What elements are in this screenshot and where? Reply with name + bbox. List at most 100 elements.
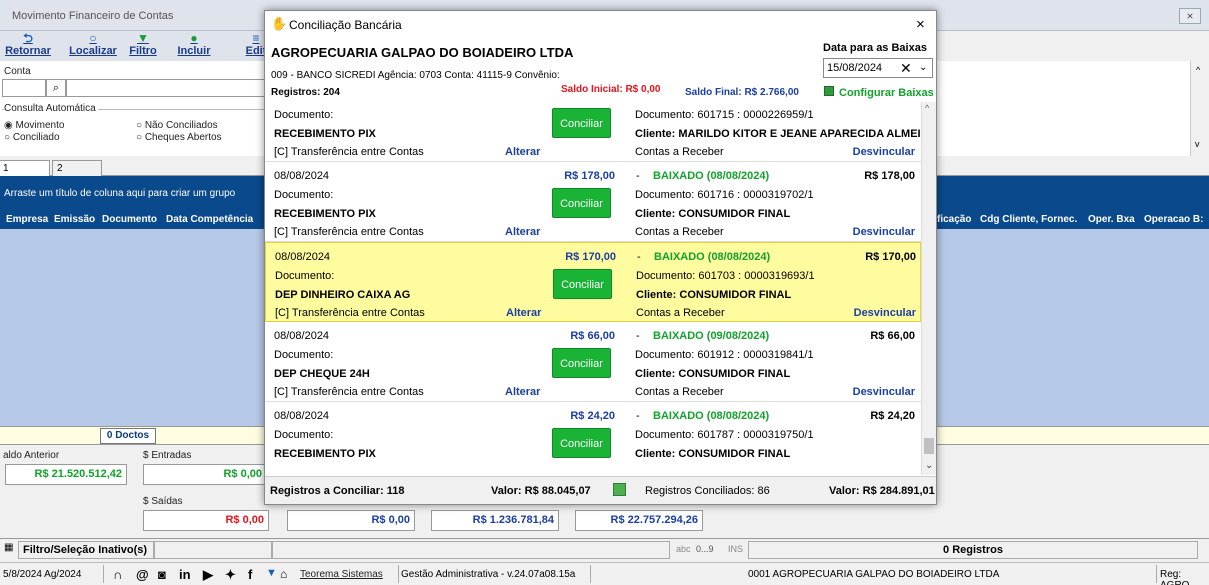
youtube-icon[interactable]: ▶ (203, 567, 213, 583)
record-status-value: R$ 178,00 (864, 170, 915, 182)
separator (398, 565, 399, 583)
desvincular-link[interactable]: Desvincular (826, 307, 916, 319)
config-icon (824, 86, 834, 96)
teorema-link[interactable]: Teorema Sistemas (300, 569, 383, 580)
incluir-button[interactable]: ● Incluir (176, 31, 212, 57)
app-version: Gestão Administrativa - v.24.07a08.15a (401, 569, 576, 580)
desvincular-link[interactable]: Desvincular (825, 386, 915, 398)
conta-label: Conta (4, 66, 31, 77)
record-type: [C] Transferência entre Contas (274, 386, 424, 398)
col-operacao-b[interactable]: Operacao B: (1144, 214, 1203, 225)
records-list: 08/08/2024R$ 300,00Documento:RECEBIMENTO… (265, 102, 921, 475)
conciliar-button[interactable]: Conciliar (553, 269, 612, 299)
record-description: RECEBIMENTO PIX (274, 128, 376, 140)
headset-icon[interactable]: ∩ (113, 567, 122, 582)
dialog-footer: Registros a Conciliar: 118 Valor: R$ 88.… (265, 476, 936, 504)
reconciliation-record[interactable]: 08/08/2024 R$ 170,00 Documento: DEP DINHEIR… (265, 242, 921, 322)
record-date: 08/08/2024 (274, 410, 330, 422)
retornar-button[interactable]: ⮌ Retornar (4, 31, 52, 57)
reconciliation-record[interactable]: 08/08/2024 R$ 24,20 Documento: RECEBIMENTO … (265, 402, 921, 475)
conta-name-input[interactable] (66, 79, 266, 97)
alterar-link[interactable]: Alterar (505, 226, 540, 238)
dialog-close-button[interactable]: × (916, 16, 925, 33)
radio-conciliado[interactable]: ○ Conciliado (4, 132, 60, 143)
conciliar-button[interactable]: Conciliar (552, 108, 611, 138)
col-emissao[interactable]: Emissão (54, 214, 95, 225)
record-cliente: Cliente: CONSUMIDOR FINAL (635, 208, 791, 220)
saldo-anterior-value: R$ 21.520.512,42 (5, 464, 127, 485)
facebook-icon[interactable]: f (248, 567, 252, 582)
reconciliation-record[interactable]: 08/08/2024 R$ 66,00 Documento: DEP CHEQUE 2… (265, 322, 921, 402)
radio-movimento[interactable]: ◉ Movimento (4, 120, 64, 131)
desvincular-link[interactable]: Desvincular (825, 226, 915, 238)
conciliar-button[interactable]: Conciliar (552, 428, 611, 458)
conciliar-button[interactable]: Conciliar (552, 188, 611, 218)
add-icon: ● (190, 31, 198, 45)
records-scrollbar[interactable]: ^ ⌄ (921, 102, 936, 475)
alterar-link[interactable]: Alterar (505, 386, 540, 398)
date-picker[interactable]: 15/08/2024 ✕ ⌄ (823, 58, 933, 78)
status-cell-1 (154, 541, 272, 559)
col-empresa[interactable]: Empresa (6, 214, 48, 225)
consulta-auto-label: Consulta Automática (4, 103, 98, 114)
registros-a-conciliar: Registros a Conciliar: 118 (270, 485, 405, 497)
record-status-value: R$ 66,00 (870, 330, 915, 342)
window-close-button[interactable]: ⨯ (1179, 8, 1201, 24)
panel-scrollbar[interactable]: ^ v (1190, 61, 1209, 156)
record-type: [C] Transferência entre Contas (275, 307, 425, 319)
right-panel (937, 61, 1190, 156)
num-indicator: 0...9 (696, 544, 714, 554)
localizar-button[interactable]: ○ Localizar (66, 31, 120, 57)
filter-icon: ▼ (266, 567, 277, 579)
record-documento: Documento: 601715 : 0000226959/1 (635, 109, 814, 121)
col-oper-bxa[interactable]: Oper. Bxa (1088, 214, 1135, 225)
radio-nao-conciliados[interactable]: ○ Não Conciliados (136, 120, 218, 131)
dialog-header: AGROPECUARIA GALPAO DO BOIADEIRO LTDA 00… (265, 38, 936, 102)
linkedin-icon[interactable]: in (179, 567, 191, 582)
conta-search-button[interactable]: ⌕ (46, 79, 66, 97)
tab-consulta[interactable]: 1 Consulta (0, 160, 50, 189)
conta-code-input[interactable] (2, 79, 46, 97)
record-date: 08/08/2024 (275, 251, 331, 263)
status-bar: ▦ Filtro/Seleção Inativo(s) abc 0...9 IN… (0, 538, 1209, 560)
alterar-link[interactable]: Alterar (506, 307, 541, 319)
dialog-titlebar: ✋ Conciliação Bancária × (265, 11, 936, 38)
record-description: DEP CHEQUE 24H (274, 368, 370, 380)
separator (590, 565, 591, 583)
saldo-final: Saldo Final: R$ 2.766,00 (685, 87, 799, 98)
alterar-link[interactable]: Alterar (505, 146, 540, 158)
scroll-down-icon: v (1195, 139, 1200, 149)
reg-info: Reg: AGRO (1160, 569, 1189, 585)
clear-date-icon[interactable]: ✕ (900, 60, 912, 77)
col-ficacao[interactable]: ficação (937, 214, 971, 225)
record-contas: Contas a Receber (636, 307, 725, 319)
at-icon[interactable]: @ (136, 567, 149, 582)
record-status-value: R$ 24,20 (870, 410, 915, 422)
col-cdg-cliente[interactable]: Cdg Cliente, Fornec. (980, 214, 1077, 225)
record-dash: - (637, 251, 641, 263)
reconciliation-record[interactable]: 08/08/2024 R$ 178,00 Documento: RECEBIMENTO… (265, 162, 921, 242)
instagram-icon[interactable]: ◙ (158, 567, 166, 582)
tab-selecao[interactable]: 2 Seleção (52, 160, 102, 189)
configurar-baixas-button[interactable]: Configurar Baixas (839, 87, 934, 99)
scroll-thumb[interactable] (924, 438, 934, 454)
chevron-down-icon[interactable]: ⌄ (919, 62, 927, 73)
session-date: 5/8/2024 Ag/2024 (3, 569, 82, 580)
ins-indicator: INS (728, 544, 744, 554)
reconciliation-record[interactable]: 08/08/2024R$ 300,00Documento:RECEBIMENTO… (265, 102, 921, 162)
filtro-button[interactable]: ▼ Filtro (128, 31, 158, 57)
dialog-title: Conciliação Bancária (289, 18, 402, 32)
export-icon[interactable] (613, 483, 626, 496)
total-value-3: R$ 22.757.294,26 (575, 510, 703, 531)
col-documento[interactable]: Documento (102, 214, 157, 225)
radio-cheques-abertos[interactable]: ○ Cheques Abertos (136, 132, 222, 143)
col-data-competencia[interactable]: Data Competência (166, 214, 253, 225)
conciliacao-dialog: ✋ Conciliação Bancária × AGROPECUARIA GA… (264, 10, 937, 505)
filter-icon: ▼ (137, 31, 149, 45)
record-status-value: R$ 170,00 (865, 251, 916, 263)
twitter-icon[interactable]: ✦ (225, 567, 236, 583)
conciliar-button[interactable]: Conciliar (552, 348, 611, 378)
entradas-label: $ Entradas (143, 450, 192, 461)
desvincular-link[interactable]: Desvincular (825, 146, 915, 158)
date-value: 15/08/2024 (827, 62, 883, 74)
